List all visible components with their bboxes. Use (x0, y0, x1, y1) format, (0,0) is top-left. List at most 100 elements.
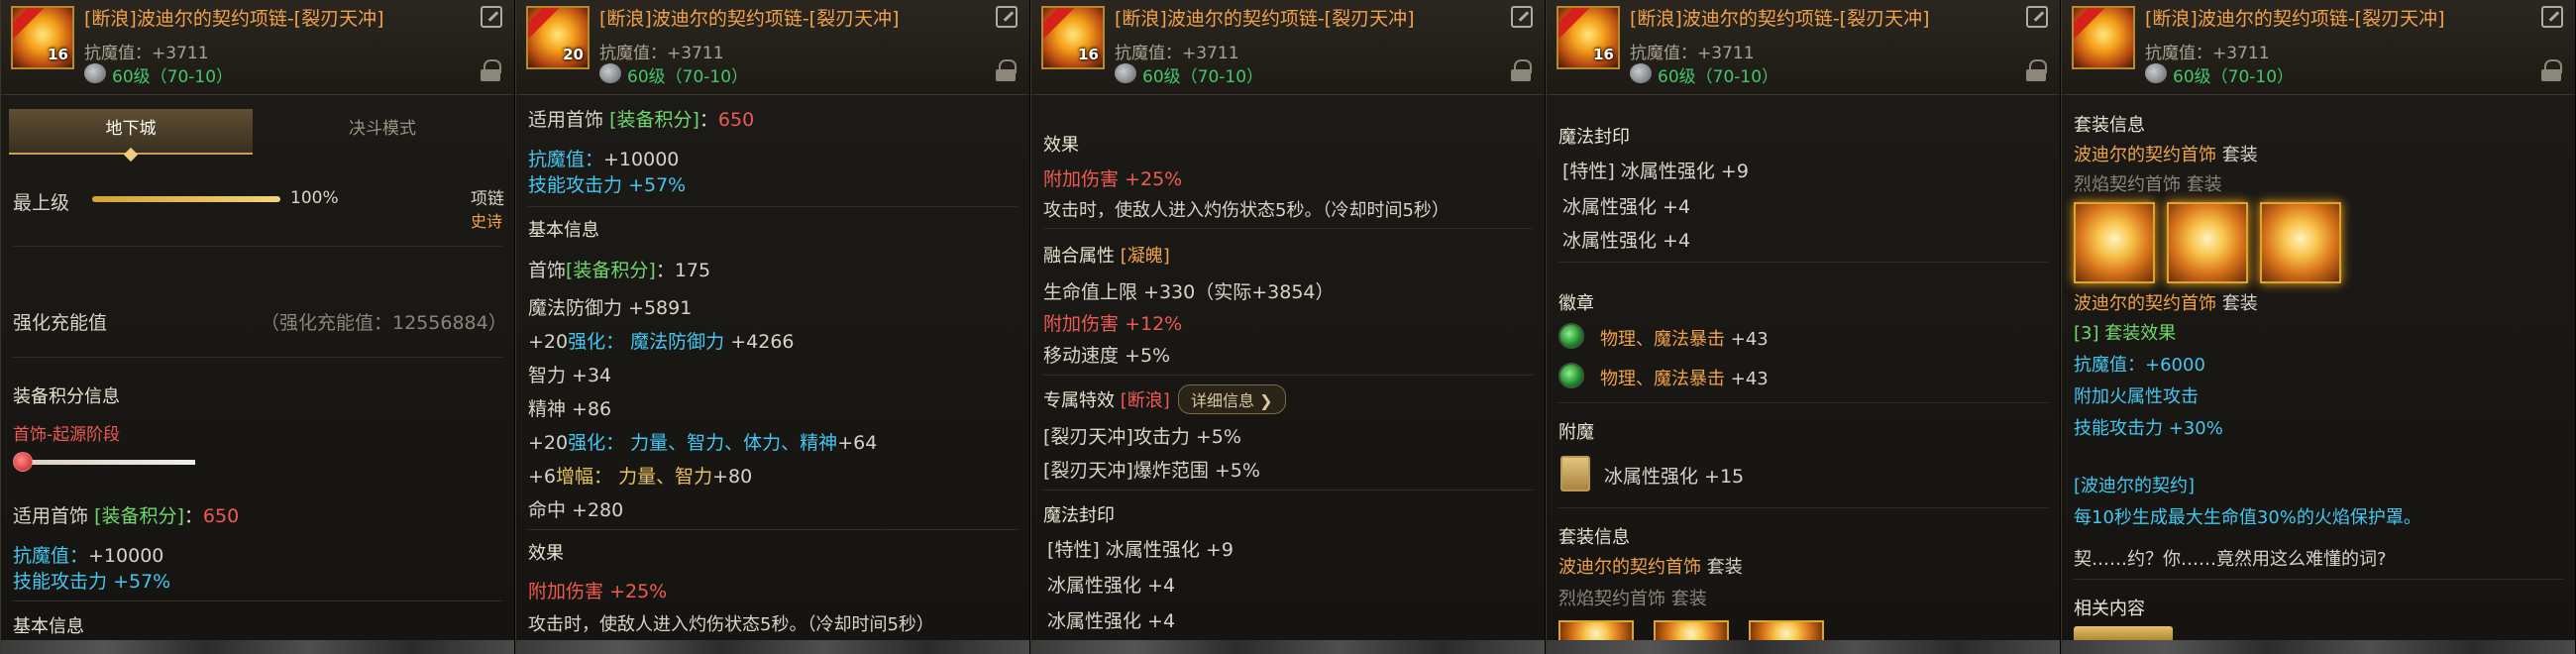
grade-icon (1115, 63, 1136, 83)
item-icon-level: 16 (48, 46, 68, 63)
set-item-icon[interactable] (2167, 202, 2248, 283)
set-effect-title: [3] 套装效果 (2074, 323, 2177, 344)
max-level-bar-fill (92, 196, 280, 202)
crack-range-line: [裂刃天冲]爆炸范围 +5% (1043, 460, 1260, 482)
bottom-edge (2062, 640, 2575, 654)
divider (13, 600, 502, 601)
set-alt-line: 烈焰契约首饰 套装 (2074, 170, 2222, 196)
max-level-bar (92, 196, 280, 202)
max-level-label: 最上级 (13, 192, 70, 214)
emblem-label: 物理、魔法暴击 (1600, 329, 1725, 350)
intelligence-line: 智力 +34 (528, 365, 612, 386)
item-grade: 60级（70-10） (2173, 67, 2295, 87)
lock-icon[interactable] (481, 59, 501, 81)
lock-icon[interactable] (2026, 59, 2047, 81)
skill-attack-line: 技能攻击力 +57% (13, 567, 170, 594)
detail-info-button[interactable]: 详细信息 ❯ (1178, 384, 1286, 414)
set-item-icon[interactable] (2074, 202, 2155, 283)
extra-damage-value: +25% (609, 581, 668, 602)
magic-seal-title: 魔法封印 (1043, 505, 1115, 526)
lock-icon[interactable] (1511, 59, 1532, 81)
set-name: 波迪尔的契约首饰 (1558, 557, 1701, 578)
set-alt-word: 套装 (1670, 589, 1707, 609)
set-info-title: 套装信息 (2074, 115, 2145, 136)
apply-score-line: 适用首饰 [装备积分]：650 (528, 105, 754, 132)
item-stat-line: 抗魔值：+3711 (599, 44, 724, 63)
lock-icon[interactable] (996, 59, 1017, 81)
panel-body: 地下城 决斗模式 最上级 100% 项链 史诗 强化充能值 （强化充能值：125… (1, 97, 514, 640)
set-name: 波迪尔的契约首饰 (2074, 145, 2216, 165)
item-stat-line: 抗魔值：+3711 (1630, 44, 1755, 63)
tooltip-panel-4: 16 [断浪]波迪尔的契约项链-[裂刃天冲] 抗魔值：+3711 60级（70-… (1546, 0, 2061, 654)
grade-icon (2145, 63, 2167, 83)
set-item-icon[interactable] (2260, 202, 2341, 283)
mode-tabs: 地下城 决斗模式 (1, 109, 508, 155)
ice-line-2: 冰属性强化 +4 (1562, 230, 1691, 252)
enhance-label: 强化： (568, 331, 625, 353)
grade-icon (1630, 63, 1652, 83)
grade-icon (599, 63, 621, 83)
extra-damage-label: 附加伤害 (528, 581, 604, 602)
burn-effect-line: 攻击时，使敌人进入灼伤状态5秒。（冷却时间5秒） (528, 614, 934, 635)
item-icon (2072, 6, 2135, 69)
set-name: 波迪尔的契约首饰 (2074, 293, 2216, 314)
hp-line: 生命值上限 +330（实际+3854） (1043, 281, 1335, 303)
stage-slider[interactable] (13, 452, 195, 472)
edit-icon[interactable] (481, 6, 502, 28)
grade-icon (84, 63, 106, 83)
related-title: 相关内容 (2074, 599, 2145, 619)
score-info-title: 装备积分信息 (13, 386, 120, 407)
ornament-value: ：175 (655, 260, 711, 281)
enhance-line-2: +20强化： 力量、智力、体力、精神+64 (528, 428, 877, 455)
item-stat-line: 抗魔值：+3711 (84, 44, 209, 63)
enhance-prefix: +20 (528, 331, 569, 353)
item-icon: 20 (526, 6, 590, 69)
enhance-value: +4266 (730, 331, 795, 353)
fusion-damage-label: 附加伤害 (1043, 313, 1120, 335)
edit-icon[interactable] (2026, 6, 2048, 28)
enhance-label: 强化： (568, 432, 625, 454)
stage-slider-knob[interactable] (13, 452, 33, 472)
tooltip-panel-5: [断浪]波迪尔的契约项链-[裂刃天冲] 抗魔值：+3711 60级（70-10）… (2061, 0, 2576, 654)
extra-damage-line: 附加伤害 +25% (1043, 164, 1182, 191)
item-icon: 16 (1041, 6, 1105, 69)
special-title: 专属特效 [断浪] (1043, 386, 1170, 412)
divider (1558, 262, 2048, 263)
ornament-score-line: 首饰[装备积分]：175 (528, 256, 710, 282)
item-title: [断浪]波迪尔的契约项链-[裂刃天冲] (1630, 8, 1930, 30)
stage-label: 首饰-起源阶段 (13, 425, 121, 445)
edit-icon[interactable] (996, 6, 1018, 28)
apply-colon: ： (698, 109, 718, 131)
flavor-quote: 契……约？你……竟然用这么难懂的词? (2074, 549, 2387, 570)
basic-info-title: 基本信息 (528, 220, 599, 241)
emblem-title: 徽章 (1558, 293, 1594, 314)
bottom-edge (1, 640, 514, 654)
set-word: 套装 (2221, 145, 2258, 165)
edit-icon[interactable] (1511, 6, 1533, 28)
amplify-line: +6增幅： 力量、智力+80 (528, 462, 752, 489)
tooltip-panel-1: 16 [断浪]波迪尔的契约项链-[裂刃天冲] 抗魔值：+3711 60级（70-… (0, 0, 515, 654)
item-grade: 60级（70-10） (1658, 67, 1779, 87)
set-word: 套装 (2221, 293, 2258, 314)
anti-value: +10000 (603, 149, 680, 170)
panel-body: 套装信息 波迪尔的契约首饰 套装 烈焰契约首饰 套装 波迪尔的契约首饰 套装 [… (2062, 97, 2575, 642)
fusion-label: 融合属性 (1043, 246, 1115, 267)
emblem-label: 物理、魔法暴击 (1600, 369, 1725, 389)
tab-duel[interactable]: 决斗模式 (261, 109, 504, 155)
apply-score-line: 适用首饰 [装备积分]：650 (13, 501, 239, 528)
trait-line: [特性] 冰属性强化 +9 (1047, 539, 1234, 561)
edit-icon[interactable] (2541, 6, 2563, 28)
hit-line: 命中 +280 (528, 499, 624, 521)
item-header: 20 [断浪]波迪尔的契约项链-[裂刃天冲] 抗魔值：+3711 60级（70-… (516, 0, 1029, 95)
burn-effect-line: 攻击时，使敌人进入灼伤状态5秒。（冷却时间5秒） (1043, 200, 1449, 221)
special-label: 专属特效 (1043, 390, 1115, 411)
apply-tag: [装备积分] (609, 109, 699, 131)
bottom-edge (1031, 640, 1545, 654)
lock-icon[interactable] (2541, 59, 2562, 81)
fusion-tag: [凝魄] (1120, 246, 1170, 267)
tab-dungeon[interactable]: 地下城 (9, 109, 253, 155)
fusion-damage-line: 附加伤害 +12% (1043, 309, 1182, 336)
amplify-prefix: +6 (528, 466, 557, 488)
crack-attack-line: [裂刃天冲]攻击力 +5% (1043, 426, 1241, 448)
divider (13, 357, 502, 358)
